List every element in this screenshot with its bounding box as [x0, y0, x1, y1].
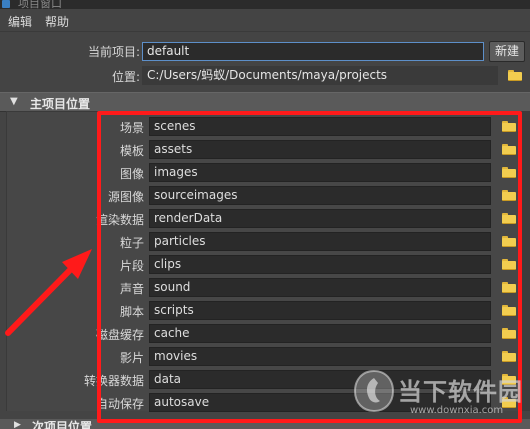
location-folder-icon[interactable] [508, 70, 522, 81]
primary-locations-header[interactable]: ▼ 主项目位置 [0, 92, 530, 112]
location-label: 位置: [111, 70, 140, 84]
watermark-logo [353, 369, 395, 413]
new-project-button[interactable]: 新建 [489, 41, 525, 62]
watermark: 当下软件园 www.downxia.com [352, 368, 530, 429]
primary-locations-title: 主项目位置 [30, 97, 91, 111]
app-icon [2, 0, 10, 8]
watermark-brand: 当下软件园 [398, 378, 523, 406]
menu-help[interactable]: 帮助 [45, 13, 69, 30]
secondary-locations-title: 次项目位置 [32, 420, 93, 429]
watermark-url: www.downxia.com [410, 405, 504, 416]
menu-bar: 编辑 帮助 [0, 9, 530, 31]
title-bar: 项目窗口 [0, 0, 530, 10]
location-field[interactable]: C:/Users/蚂蚁/Documents/maya/projects [142, 66, 498, 85]
project-header: 当前项目: default 新建 位置: C:/Users/蚂蚁/Documen… [0, 31, 530, 91]
triangle-down-icon: ▼ [10, 96, 18, 107]
menu-edit[interactable]: 编辑 [8, 13, 32, 30]
current-project-input[interactable]: default [142, 42, 484, 61]
triangle-right-icon: ▶ [14, 420, 21, 429]
current-project-label: 当前项目: [87, 45, 140, 59]
